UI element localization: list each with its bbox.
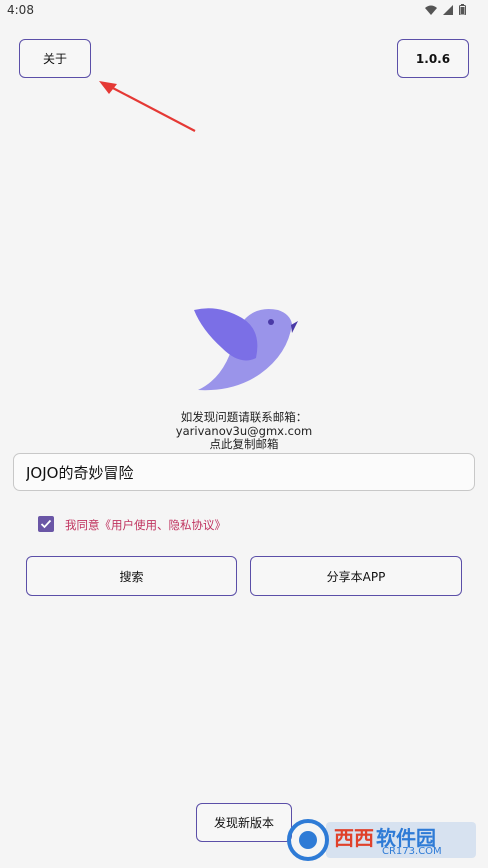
watermark-url: CR173.COM <box>382 846 442 857</box>
signal-icon <box>443 4 453 15</box>
version-button[interactable]: 1.0.6 <box>397 39 469 78</box>
search-input[interactable] <box>26 463 462 481</box>
about-button[interactable]: 关于 <box>19 39 91 78</box>
contact-email[interactable]: yarivanov3u@gmx.com <box>0 424 488 439</box>
check-icon <box>40 519 52 529</box>
copy-email-link[interactable]: 点此复制邮箱 <box>0 437 488 452</box>
bird-logo-icon <box>194 308 298 391</box>
agreement-link[interactable]: 我同意《用户使用、隐私协议》 <box>65 517 226 533</box>
agreement-checkbox[interactable] <box>38 516 54 532</box>
new-version-button[interactable]: 发现新版本 <box>196 803 292 842</box>
share-app-button[interactable]: 分享本APP <box>250 556 462 596</box>
battery-icon <box>459 4 466 15</box>
search-input-container[interactable] <box>13 453 475 491</box>
search-button[interactable]: 搜索 <box>26 556 237 596</box>
annotation-arrow-icon <box>99 81 196 132</box>
contact-info: 如发现问题请联系邮箱： yarivanov3u@gmx.com 点此复制邮箱 <box>0 410 488 452</box>
status-time: 4:08 <box>7 3 34 17</box>
watermark-brand: 西西 <box>334 826 374 850</box>
wifi-icon <box>425 5 437 15</box>
watermark: 西西 软件园 CR173.COM <box>286 818 482 862</box>
status-bar: 4:08 <box>0 0 488 22</box>
status-icons <box>425 4 466 15</box>
contact-line: 如发现问题请联系邮箱： <box>180 410 308 424</box>
